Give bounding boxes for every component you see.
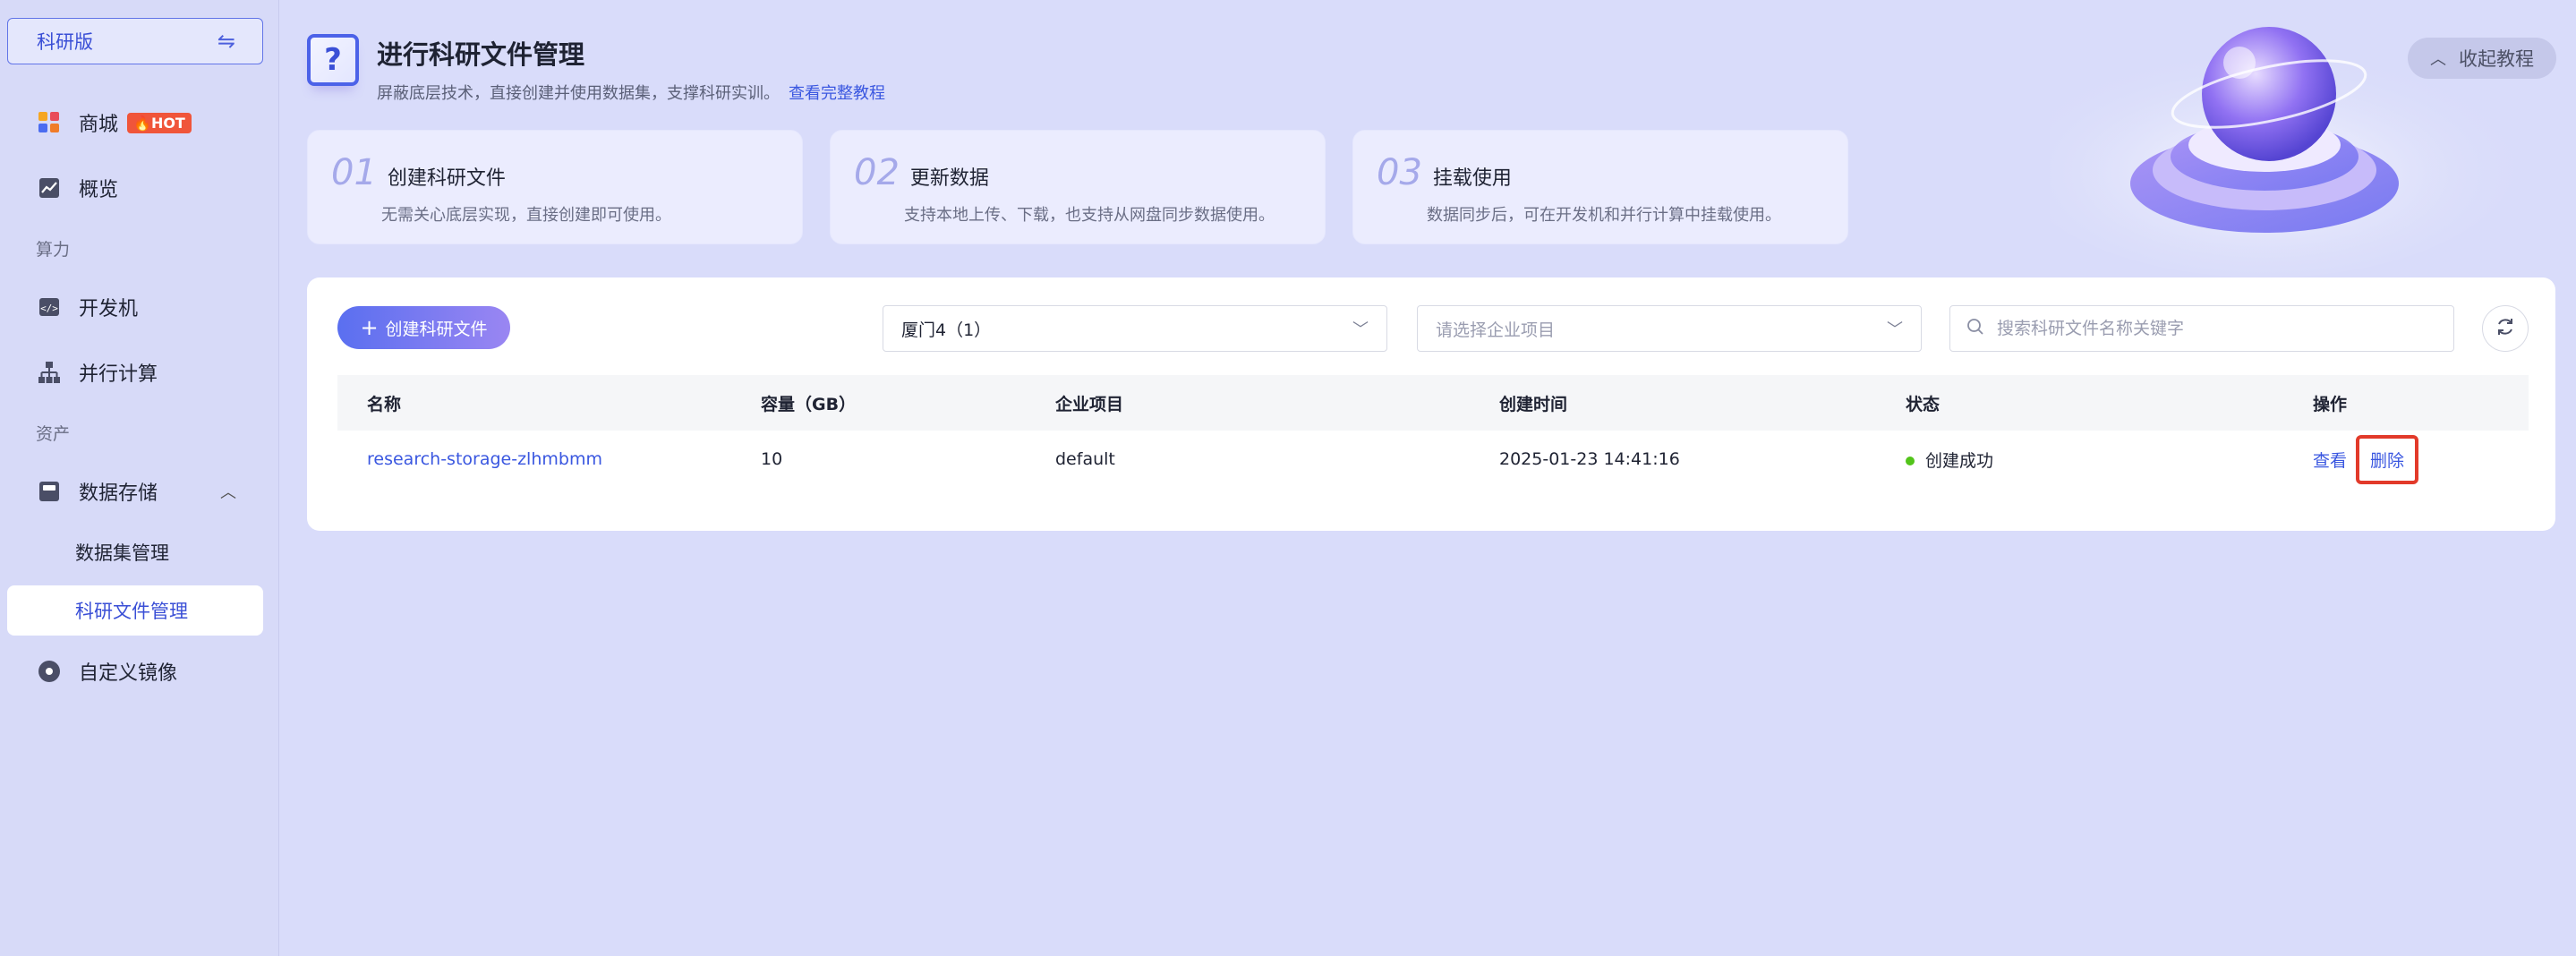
sidebar-item-label: 商城 <box>79 114 119 136</box>
swap-icon: ⇋ <box>217 29 235 54</box>
step-desc: 无需关心底层实现，直接创建即可使用。 <box>381 206 671 225</box>
chevron-up-icon: ︿ <box>2430 50 2446 69</box>
step-desc: 支持本地上传、下载，也支持从网盘同步数据使用。 <box>904 206 1275 225</box>
table-header: 名称 容量（GB） 企业项目 创建时间 状态 操作 <box>337 375 2529 431</box>
step-title: 更新数据 <box>909 167 989 190</box>
sidebar-item-devbox[interactable]: </> 开发机 <box>7 283 263 331</box>
region-select-value: 厦门4（1） <box>901 320 992 340</box>
disc-icon <box>38 660 61 683</box>
sidebar-item-label: 并行计算 <box>79 363 158 386</box>
project-select-placeholder: 请选择企业项目 <box>1436 320 1556 340</box>
chart-line-icon <box>38 176 61 200</box>
app-root: 科研版 ⇋ 商城 🔥HOT 概览 算力 </> 开发机 并行计算 资产 数据存储… <box>0 0 2576 956</box>
capacity-cell: 10 <box>761 449 783 469</box>
sidebar-item-overview[interactable]: 概览 <box>7 164 263 212</box>
sidebar-item-store[interactable]: 商城 🔥HOT <box>7 98 263 147</box>
status-dot-icon <box>1906 457 1915 465</box>
view-button[interactable]: 查看 <box>2313 451 2347 471</box>
tutorial-steps: 01 创建科研文件 无需关心底层实现，直接创建即可使用。 02 更新数据 支持本… <box>307 130 1848 244</box>
created-cell: 2025-01-23 14:41:16 <box>1499 449 1680 469</box>
step-card-2: 02 更新数据 支持本地上传、下载，也支持从网盘同步数据使用。 <box>830 130 1326 244</box>
refresh-icon <box>2495 316 2516 341</box>
sidebar-item-label: 科研文件管理 <box>75 601 188 622</box>
sidebar-item-label: 概览 <box>79 179 119 201</box>
page-title: 进行科研文件管理 <box>377 39 585 70</box>
hero-header: ? 进行科研文件管理 屏蔽底层技术，直接创建并使用数据集，支撑科研实训。 查看完整… <box>307 34 885 104</box>
sidebar-item-label: 数据存储 <box>79 482 158 505</box>
chevron-down-icon: ﹀ <box>1352 320 1369 339</box>
col-header-status: 状态 <box>1906 394 1941 414</box>
create-research-file-button[interactable]: + 创建科研文件 <box>337 306 510 349</box>
question-mark-icon: ? <box>307 34 359 86</box>
step-title: 创建科研文件 <box>387 167 506 190</box>
search-box[interactable] <box>1949 305 2454 352</box>
section-label-assets: 资产 <box>36 424 71 444</box>
actions-cell: 查看 删除 <box>2313 434 2419 484</box>
sidebar-item-label: 自定义镜像 <box>79 662 178 685</box>
sidebar-item-research-file-mgmt[interactable]: 科研文件管理 <box>7 585 263 636</box>
step-number: 01 <box>331 152 377 193</box>
file-list-card: + 创建科研文件 厦门4（1） ﹀ 请选择企业项目 ﹀ 搜索科研文件名称关键字 … <box>307 277 2555 531</box>
delete-button[interactable]: 删除 <box>2356 434 2419 484</box>
col-header-name: 名称 <box>367 394 402 414</box>
search-icon <box>1966 318 1984 339</box>
sidebar-item-custom-image[interactable]: 自定义镜像 <box>7 647 263 696</box>
table-row: research-storage-zlhmbmm 10 default 2025… <box>337 431 2529 488</box>
search-input[interactable] <box>1997 319 2427 338</box>
status-cell: 创建成功 <box>1906 448 1993 472</box>
collapse-label: 收起教程 <box>2459 48 2534 70</box>
sidebar-item-parallel[interactable]: 并行计算 <box>7 348 263 397</box>
version-label: 科研版 <box>37 31 93 53</box>
step-desc: 数据同步后，可在开发机和并行计算中挂载使用。 <box>1427 206 1781 225</box>
col-header-created: 创建时间 <box>1499 394 1568 414</box>
sidebar: 科研版 ⇋ 商城 🔥HOT 概览 算力 </> 开发机 并行计算 资产 数据存储… <box>0 0 279 956</box>
code-box-icon: </> <box>38 295 61 319</box>
col-header-capacity: 容量（GB） <box>761 394 857 414</box>
version-switch-button[interactable]: 科研版 ⇋ <box>7 18 263 64</box>
collapse-tutorial-button[interactable]: ︿ 收起教程 <box>2408 38 2556 79</box>
page-subtitle: 屏蔽底层技术，直接创建并使用数据集，支撑科研实训。 查看完整教程 <box>377 81 885 104</box>
region-select[interactable]: 厦门4（1） ﹀ <box>883 305 1387 352</box>
step-title: 挂载使用 <box>1432 167 1512 190</box>
section-label-compute: 算力 <box>36 240 71 260</box>
sidebar-item-label: 数据集管理 <box>75 542 169 564</box>
svg-text:</>: </> <box>40 303 58 314</box>
sidebar-item-label: 开发机 <box>79 298 139 320</box>
chevron-down-icon: ﹀ <box>1887 320 1903 339</box>
subtitle-text: 屏蔽底层技术，直接创建并使用数据集，支撑科研实训。 <box>377 84 780 103</box>
plus-icon: + <box>360 315 379 340</box>
database-icon <box>38 480 61 503</box>
status-text: 创建成功 <box>1925 450 1994 471</box>
file-table: 名称 容量（GB） 企业项目 创建时间 状态 操作 research-stora… <box>337 375 2529 488</box>
project-select[interactable]: 请选择企业项目 ﹀ <box>1417 305 1922 352</box>
sidebar-item-dataset-mgmt[interactable]: 数据集管理 <box>7 527 263 577</box>
step-card-3: 03 挂载使用 数据同步后，可在开发机和并行计算中挂载使用。 <box>1352 130 1848 244</box>
file-name-link[interactable]: research-storage-zlhmbmm <box>367 449 602 469</box>
col-header-actions: 操作 <box>2313 394 2348 414</box>
step-card-1: 01 创建科研文件 无需关心底层实现，直接创建即可使用。 <box>307 130 803 244</box>
grid-apps-icon <box>38 111 61 134</box>
col-header-project: 企业项目 <box>1055 394 1124 414</box>
tutorial-link[interactable]: 查看完整教程 <box>789 84 885 103</box>
refresh-button[interactable] <box>2482 305 2529 352</box>
step-number: 02 <box>854 152 900 193</box>
hot-badge: 🔥HOT <box>127 112 192 133</box>
hierarchy-icon <box>38 361 61 384</box>
step-number: 03 <box>1377 152 1422 193</box>
chevron-up-icon: ︿ <box>220 483 236 502</box>
sidebar-item-storage[interactable]: 数据存储 ︿ <box>7 467 263 516</box>
project-cell: default <box>1055 449 1115 469</box>
create-label: 创建科研文件 <box>385 319 488 339</box>
